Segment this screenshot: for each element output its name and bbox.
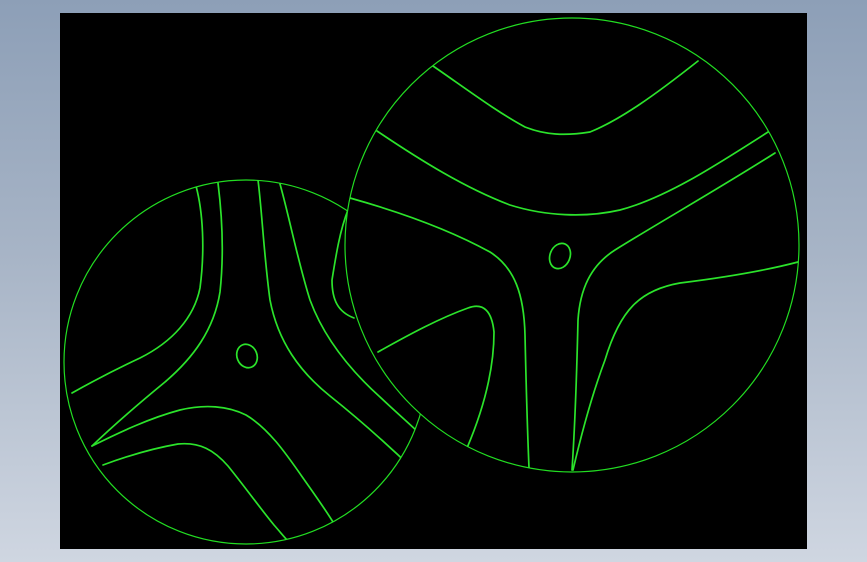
large-circle-mask bbox=[345, 18, 799, 472]
large-detail-view bbox=[344, 17, 800, 473]
small-center-hole bbox=[235, 343, 259, 369]
small-curve-lower-a bbox=[91, 405, 334, 523]
small-curve-upper-left-outer bbox=[71, 185, 204, 394]
small-curve-lower-b bbox=[102, 442, 289, 542]
scene-canvas bbox=[63, 17, 800, 545]
